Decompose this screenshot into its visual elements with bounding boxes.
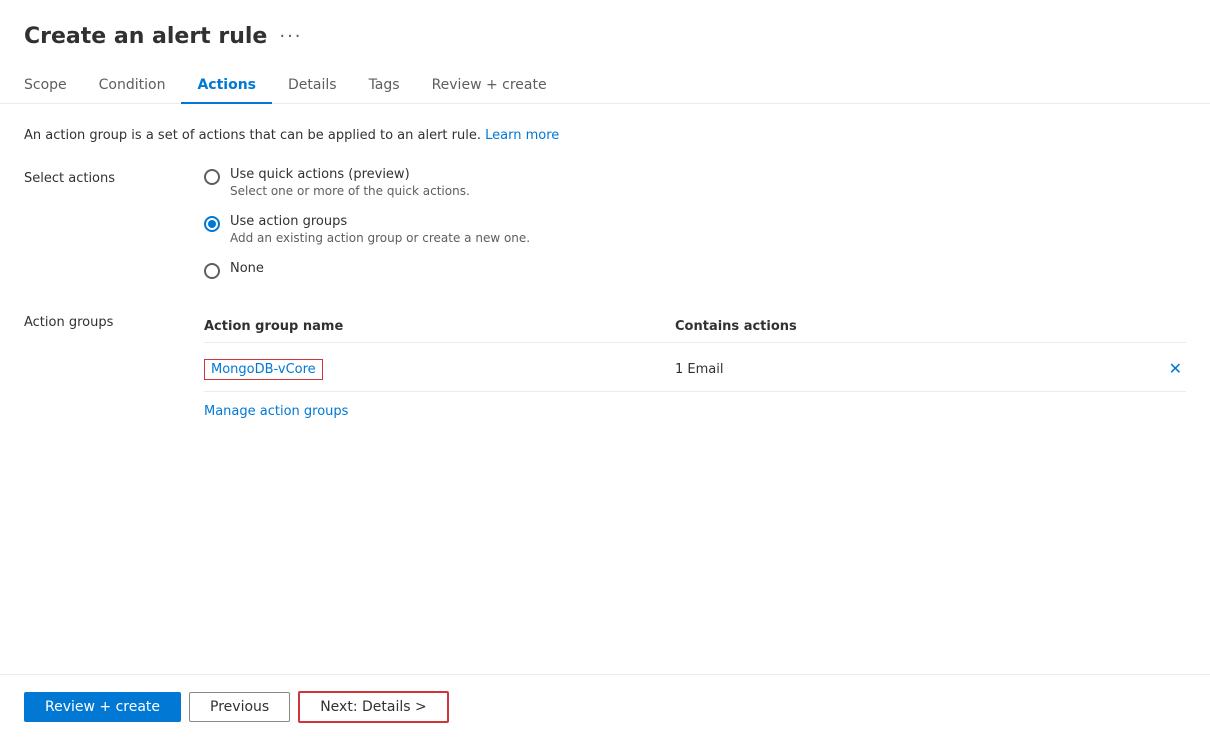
cell-contains-actions: 1 Email xyxy=(675,362,1146,377)
info-bar: An action group is a set of actions that… xyxy=(24,128,1186,143)
radio-quick-actions-text: Use quick actions (preview) Select one o… xyxy=(230,167,470,198)
previous-button[interactable]: Previous xyxy=(189,692,290,722)
page-container: Create an alert rule ··· Scope Condition… xyxy=(0,0,1210,739)
tab-condition[interactable]: Condition xyxy=(83,69,182,103)
col-header-name: Action group name xyxy=(204,319,675,334)
page-header: Create an alert rule ··· xyxy=(0,0,1210,49)
tab-details[interactable]: Details xyxy=(272,69,353,103)
select-actions-label: Select actions xyxy=(24,167,164,279)
action-group-name-link[interactable]: MongoDB-vCore xyxy=(204,359,323,380)
footer: Review + create Previous Next: Details > xyxy=(0,674,1210,739)
cell-action-group-name: MongoDB-vCore xyxy=(204,359,675,380)
remove-action-group-button[interactable]: ✕ xyxy=(1165,355,1186,383)
tab-review-create[interactable]: Review + create xyxy=(416,69,563,103)
review-create-button[interactable]: Review + create xyxy=(24,692,181,722)
tabs-list: Scope Condition Actions Details Tags Rev… xyxy=(24,69,1186,103)
radio-option-action-groups[interactable]: Use action groups Add an existing action… xyxy=(204,214,1186,245)
tab-actions[interactable]: Actions xyxy=(181,69,272,103)
radio-none-label: None xyxy=(230,261,264,276)
radio-none-input[interactable] xyxy=(204,263,220,279)
tab-scope[interactable]: Scope xyxy=(24,69,83,103)
page-title: Create an alert rule xyxy=(24,24,267,49)
radio-action-groups-label: Use action groups xyxy=(230,214,530,229)
radio-action-groups-desc: Add an existing action group or create a… xyxy=(230,231,530,245)
select-actions-controls: Use quick actions (preview) Select one o… xyxy=(204,167,1186,279)
radio-none-text: None xyxy=(230,261,264,276)
table-header: Action group name Contains actions xyxy=(204,311,1186,343)
radio-quick-actions-input[interactable] xyxy=(204,169,220,185)
cell-remove: ✕ xyxy=(1146,355,1186,383)
action-groups-label: Action groups xyxy=(24,311,164,419)
col-header-contains: Contains actions xyxy=(675,319,1146,334)
select-actions-section: Select actions Use quick actions (previe… xyxy=(24,167,1186,279)
table-row: MongoDB-vCore 1 Email ✕ xyxy=(204,347,1186,392)
tab-tags[interactable]: Tags xyxy=(353,69,416,103)
more-options-icon[interactable]: ··· xyxy=(279,26,302,47)
info-bar-text: An action group is a set of actions that… xyxy=(24,128,481,143)
content-area: An action group is a set of actions that… xyxy=(0,104,1210,674)
radio-option-none[interactable]: None xyxy=(204,261,1186,279)
manage-action-groups-link[interactable]: Manage action groups xyxy=(204,404,348,419)
col-header-remove xyxy=(1146,319,1186,334)
radio-action-groups-input[interactable] xyxy=(204,216,220,232)
action-groups-table-wrapper: Action group name Contains actions Mongo… xyxy=(204,311,1186,419)
tabs-container: Scope Condition Actions Details Tags Rev… xyxy=(0,49,1210,104)
radio-quick-actions-desc: Select one or more of the quick actions. xyxy=(230,184,470,198)
action-groups-section: Action groups Action group name Contains… xyxy=(24,311,1186,419)
learn-more-link[interactable]: Learn more xyxy=(485,128,559,143)
radio-option-quick-actions[interactable]: Use quick actions (preview) Select one o… xyxy=(204,167,1186,198)
next-details-button[interactable]: Next: Details > xyxy=(298,691,449,723)
radio-action-groups-text: Use action groups Add an existing action… xyxy=(230,214,530,245)
radio-quick-actions-label: Use quick actions (preview) xyxy=(230,167,470,182)
